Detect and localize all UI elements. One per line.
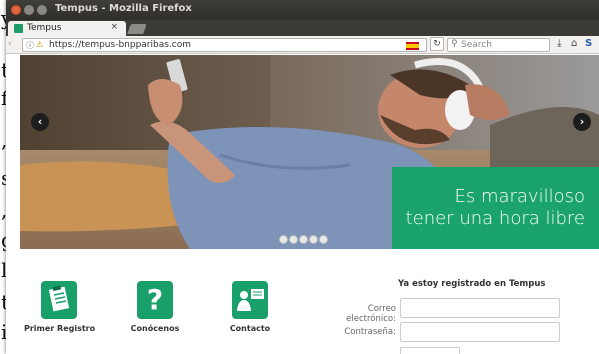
reload-button[interactable]: ↻ [430, 37, 444, 51]
spain-flag-icon [406, 42, 419, 50]
password-field[interactable] [400, 322, 560, 342]
window-minimize-button[interactable] [24, 5, 34, 15]
banner-line1: Es maravilloso [454, 186, 585, 207]
question-icon[interactable]: ? [137, 281, 173, 319]
back-arrow-icon[interactable]: ‹ [8, 39, 12, 49]
carousel-next-button[interactable]: › [573, 113, 591, 131]
carousel-dot[interactable] [289, 235, 298, 244]
clipboard-icon[interactable] [41, 281, 77, 319]
hero-banner: Es maravilloso tener una hora libre [392, 167, 599, 249]
tab-strip: Tempus × [6, 20, 599, 36]
firefox-window: Tempus - Mozilla Firefox Tempus × ‹ ⓘ ⚠ … [6, 0, 599, 354]
banner-line2: tener una hora libre [405, 208, 585, 229]
next-field[interactable] [400, 347, 460, 354]
carousel-dot[interactable] [279, 235, 288, 244]
password-label: Contraseña: [344, 327, 396, 337]
navigation-bar: ‹ ⓘ ⚠ https://tempus-bnpparibas.com ↻ ⚲ … [6, 36, 599, 54]
web-page: ‹ › Es maravilloso tener una hora libre [6, 55, 599, 354]
url-bar[interactable]: ⓘ ⚠ https://tempus-bnpparibas.com [22, 38, 427, 52]
search-placeholder: Search [461, 40, 492, 50]
download-icon[interactable]: ⤓ [557, 38, 561, 49]
search-input[interactable]: ⚲ Search [447, 38, 550, 52]
feature-primer-registro[interactable]: Primer Registro [24, 281, 95, 333]
window-maximize-button[interactable] [37, 5, 47, 15]
info-icon[interactable]: ⓘ [26, 40, 34, 51]
search-icon: ⚲ [451, 39, 458, 49]
favicon-icon [14, 24, 23, 33]
hero-carousel: ‹ › Es maravilloso tener una hora libre [20, 55, 599, 249]
login-title: Ya estoy registrado en Tempus [398, 279, 546, 289]
window-close-button[interactable] [11, 5, 21, 15]
lock-icon[interactable]: ⚠ [36, 40, 43, 49]
carousel-dot[interactable] [309, 235, 318, 244]
email-field[interactable] [400, 298, 560, 318]
new-tab-button[interactable] [127, 24, 147, 34]
tab-tempus[interactable]: Tempus × [8, 21, 126, 36]
feature-conocenos[interactable]: ? Conócenos [120, 281, 190, 333]
carousel-prev-button[interactable]: ‹ [31, 113, 49, 131]
feature-label[interactable]: Conócenos [120, 324, 190, 333]
carousel-indicators [279, 229, 329, 244]
email-label: Correo electrónico: [346, 304, 396, 324]
home-icon[interactable]: ⌂ [571, 38, 577, 49]
screen: y t f , s , g l t i Tempus - Mozilla Fir… [0, 0, 599, 354]
contact-icon[interactable] [232, 281, 268, 319]
extension-icon[interactable]: S [585, 38, 592, 49]
tab-label: Tempus [27, 23, 62, 33]
carousel-dot[interactable] [299, 235, 308, 244]
feature-label[interactable]: Primer Registro [24, 324, 95, 333]
feature-contacto[interactable]: Contacto [215, 281, 285, 333]
url-text[interactable]: https://tempus-bnpparibas.com [49, 40, 191, 50]
window-title: Tempus - Mozilla Firefox [55, 3, 192, 14]
title-bar: Tempus - Mozilla Firefox [6, 0, 599, 20]
tab-close-icon[interactable]: × [110, 22, 118, 32]
carousel-dot[interactable] [319, 235, 328, 244]
feature-label[interactable]: Contacto [215, 324, 285, 333]
